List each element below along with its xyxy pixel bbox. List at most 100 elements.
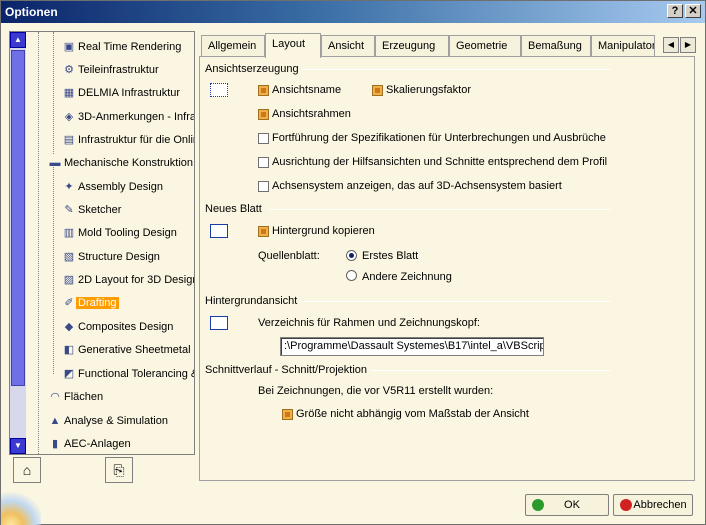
scroll-thumb[interactable] — [11, 50, 25, 386]
delmia-icon: ▦ — [63, 87, 75, 99]
catia-logo — [1, 485, 41, 525]
background-view-icon — [210, 316, 228, 330]
options-dialog: Optionen ? ✕ ▲ ▼ ▣ Real Time Rendering ⚙ Te… — [0, 0, 706, 525]
close-button[interactable]: ✕ — [685, 4, 701, 18]
checkbox-spec-continuation[interactable] — [258, 133, 269, 144]
tree-item-label: Generative Sheetmetal De — [78, 344, 195, 356]
directory-path-field[interactable]: :\Programme\Dassault Systemes\B17\intel_… — [280, 337, 544, 356]
tree-item-label: Teileinfrastruktur — [78, 64, 159, 76]
checkbox-view-name[interactable] — [258, 85, 269, 96]
folder-icon: ▬ — [49, 157, 61, 169]
gear-icon: ⚙ — [64, 64, 74, 76]
section-title-new-sheet: Neues Blatt — [205, 203, 262, 215]
section-divider — [370, 370, 610, 371]
label-spec-continuation: Fortführung der Spezifikationen für Unte… — [272, 132, 606, 144]
tree-item-label: Drafting — [76, 297, 119, 309]
label-source-sheet: Quellenblatt: — [258, 250, 320, 262]
ok-button[interactable]: OK — [525, 494, 609, 516]
tab-scroll-left-button[interactable]: ◀ — [663, 37, 679, 53]
tree-item-label: Structure Design — [78, 251, 160, 263]
label-view-frame: Ansichtsrahmen — [272, 108, 351, 120]
checkbox-axis-system[interactable] — [258, 181, 269, 192]
tree-item-label: Infrastruktur für die Onlin — [78, 134, 195, 146]
infrastructure-icon: ▤ — [63, 134, 75, 146]
annotation-icon: ◈ — [64, 111, 74, 123]
render-icon: ▣ — [63, 41, 75, 53]
section-divider — [302, 69, 610, 70]
label-first-sheet: Erstes Blatt — [362, 250, 419, 262]
tolerancing-icon: ◩ — [63, 368, 75, 380]
tree-item-label: DELMIA Infrastruktur — [78, 87, 181, 99]
label-scale-independent: Größe nicht abhängig vom Maßstab der Ans… — [296, 408, 529, 420]
label-directory: Verzeichnis für Rahmen und Zeichnungskop… — [258, 317, 480, 329]
help-button[interactable]: ? — [667, 4, 683, 18]
assembly-icon: ✦ — [64, 181, 74, 193]
label-axis-system: Achsensystem anzeigen, das auf 3D-Achsen… — [272, 180, 562, 192]
label-copy-background: Hintergrund kopieren — [272, 225, 375, 237]
tree-item-label: Real Time Rendering — [78, 41, 182, 53]
section-divider — [300, 301, 610, 302]
cancel-icon — [620, 499, 632, 511]
tree-item-label: Sketcher — [78, 204, 122, 216]
options-tree: ▲ ▼ ▣ Real Time Rendering ⚙ Teileinfrastruk… — [9, 31, 195, 455]
structure-icon: ▧ — [63, 251, 75, 263]
drafting-icon: ✐ — [64, 297, 74, 309]
layout-icon: ▨ — [63, 274, 75, 286]
title-bar: Optionen ? ✕ — [1, 1, 705, 23]
section-divider — [270, 209, 610, 210]
tree-guide-line — [53, 164, 54, 374]
tab-manipulator[interactable]: Manipulator — [591, 35, 655, 57]
tree-scrollbar[interactable]: ▲ ▼ — [10, 32, 26, 454]
tree-item-label: Composites Design — [78, 321, 174, 333]
tree-item-label: Analyse & Simulation — [64, 415, 168, 427]
ok-label: OK — [564, 499, 580, 511]
ok-icon — [532, 499, 544, 511]
composites-icon: ◆ — [64, 321, 74, 333]
checkbox-scale-factor[interactable] — [372, 85, 383, 96]
tree-items: ▣ Real Time Rendering ⚙ Teileinfrastruktur ▦… — [26, 32, 194, 454]
tab-allgemein[interactable]: Allgemein — [201, 35, 265, 57]
tree-item-label: AEC-Anlagen — [64, 438, 131, 450]
section-title-view-creation: Ansichtserzeugung — [205, 63, 299, 75]
sketcher-icon: ✎ — [64, 204, 74, 216]
radio-other-drawing[interactable] — [346, 270, 357, 281]
tab-layout[interactable]: Layout — [265, 33, 321, 58]
tree-item-label: 3D-Anmerkungen - Infras — [78, 111, 195, 123]
tab-erzeugung[interactable]: Erzeugung — [375, 35, 449, 57]
sheetmetal-icon: ◧ — [63, 344, 75, 356]
tree-item-label: Assembly Design — [78, 181, 163, 193]
label-scale-factor: Skalierungsfaktor — [386, 84, 471, 96]
label-auxiliary-alignment: Ausrichtung der Hilfsansichten und Schni… — [272, 156, 608, 168]
tab-scroll-right-button[interactable]: ▶ — [680, 37, 696, 53]
tree-item-label: Mold Tooling Design — [78, 227, 177, 239]
tree-item-label: 2D Layout for 3D Design — [78, 274, 195, 286]
scroll-down-button[interactable]: ▼ — [10, 438, 26, 454]
window-title: Optionen — [5, 5, 58, 19]
tab-ansicht[interactable]: Ansicht — [321, 35, 375, 57]
scroll-up-button[interactable]: ▲ — [10, 32, 26, 48]
tree-home-icon[interactable]: ⌂ — [13, 457, 41, 483]
surfaces-icon: ◠ — [50, 391, 60, 403]
tab-bar: Allgemein Layout Ansicht Erzeugung Geome… — [199, 33, 699, 58]
tab-bemassung[interactable]: Bemaßung — [521, 35, 591, 57]
checkbox-view-frame[interactable] — [258, 109, 269, 120]
checkbox-scale-independent[interactable] — [282, 409, 293, 420]
tree-guide-line — [38, 32, 39, 454]
new-sheet-icon — [210, 224, 228, 238]
tree-reset-icon[interactable]: ⎘ — [105, 457, 133, 483]
label-view-name: Ansichtsname — [272, 84, 342, 96]
cancel-button[interactable]: Abbrechen — [613, 494, 693, 516]
tree-item-label: Mechanische Konstruktion — [64, 157, 194, 169]
label-pre-v5r11-note: Bei Zeichnungen, die vor V5R11 erstellt … — [258, 385, 494, 397]
checkbox-auxiliary-alignment[interactable] — [258, 157, 269, 168]
aec-icon: ▮ — [51, 438, 59, 450]
section-title-section-view: Schnittverlauf - Schnitt/Projektion — [205, 364, 368, 376]
section-title-background-view: Hintergrundansicht — [205, 295, 298, 307]
radio-first-sheet[interactable] — [346, 250, 357, 261]
tree-guide-line — [53, 32, 54, 154]
tab-geometrie[interactable]: Geometrie — [449, 35, 521, 57]
layout-panel: Ansichtserzeugung Ansichtsname Skalierun… — [199, 56, 695, 481]
view-creation-icon — [210, 83, 228, 97]
checkbox-copy-background[interactable] — [258, 226, 269, 237]
label-other-drawing: Andere Zeichnung — [362, 271, 452, 283]
